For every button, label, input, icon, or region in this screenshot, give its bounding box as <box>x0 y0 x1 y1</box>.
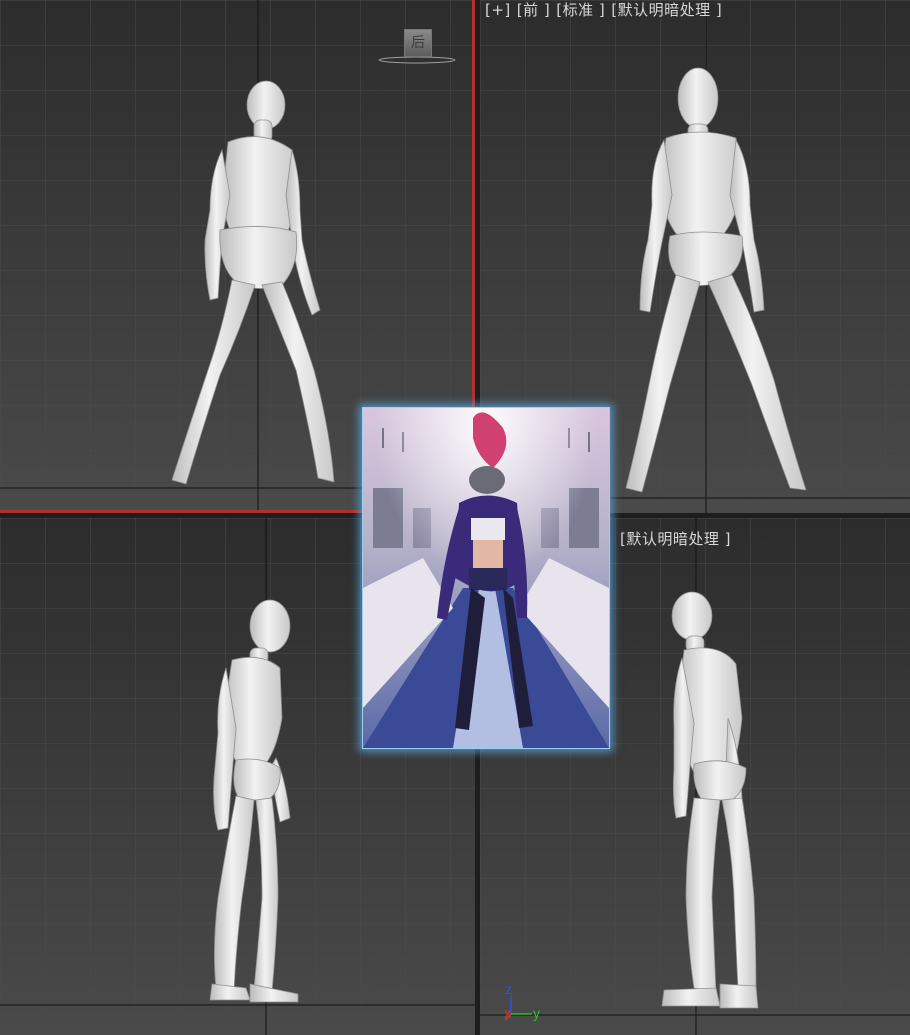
axis-x-label: x <box>504 1005 511 1021</box>
reference-image <box>363 408 609 748</box>
viewport-menu-shading-perspective[interactable]: [默认明暗处理 ] <box>620 530 731 548</box>
viewcube-face-label: 后 <box>411 35 425 51</box>
viewcube-back-face[interactable]: 后 <box>404 29 432 57</box>
viewport-menu-shading[interactable]: [默认明暗处理 ] <box>611 1 722 19</box>
viewport-menu-plus[interactable]: [+] <box>485 1 511 19</box>
viewport-front-label[interactable]: [+] [前 ] [标准 ] [默认明暗处理 ] <box>485 0 728 20</box>
axis-y-label: y <box>533 1005 540 1021</box>
reference-image-window[interactable] <box>362 407 610 749</box>
viewport-menu-camera[interactable]: [标准 ] <box>556 1 605 19</box>
viewport-menu-view[interactable]: [前 ] <box>517 1 550 19</box>
axis-z-label: z <box>505 981 512 997</box>
viewport-perspective-label[interactable]: [默认明暗处理 ] <box>620 528 737 549</box>
